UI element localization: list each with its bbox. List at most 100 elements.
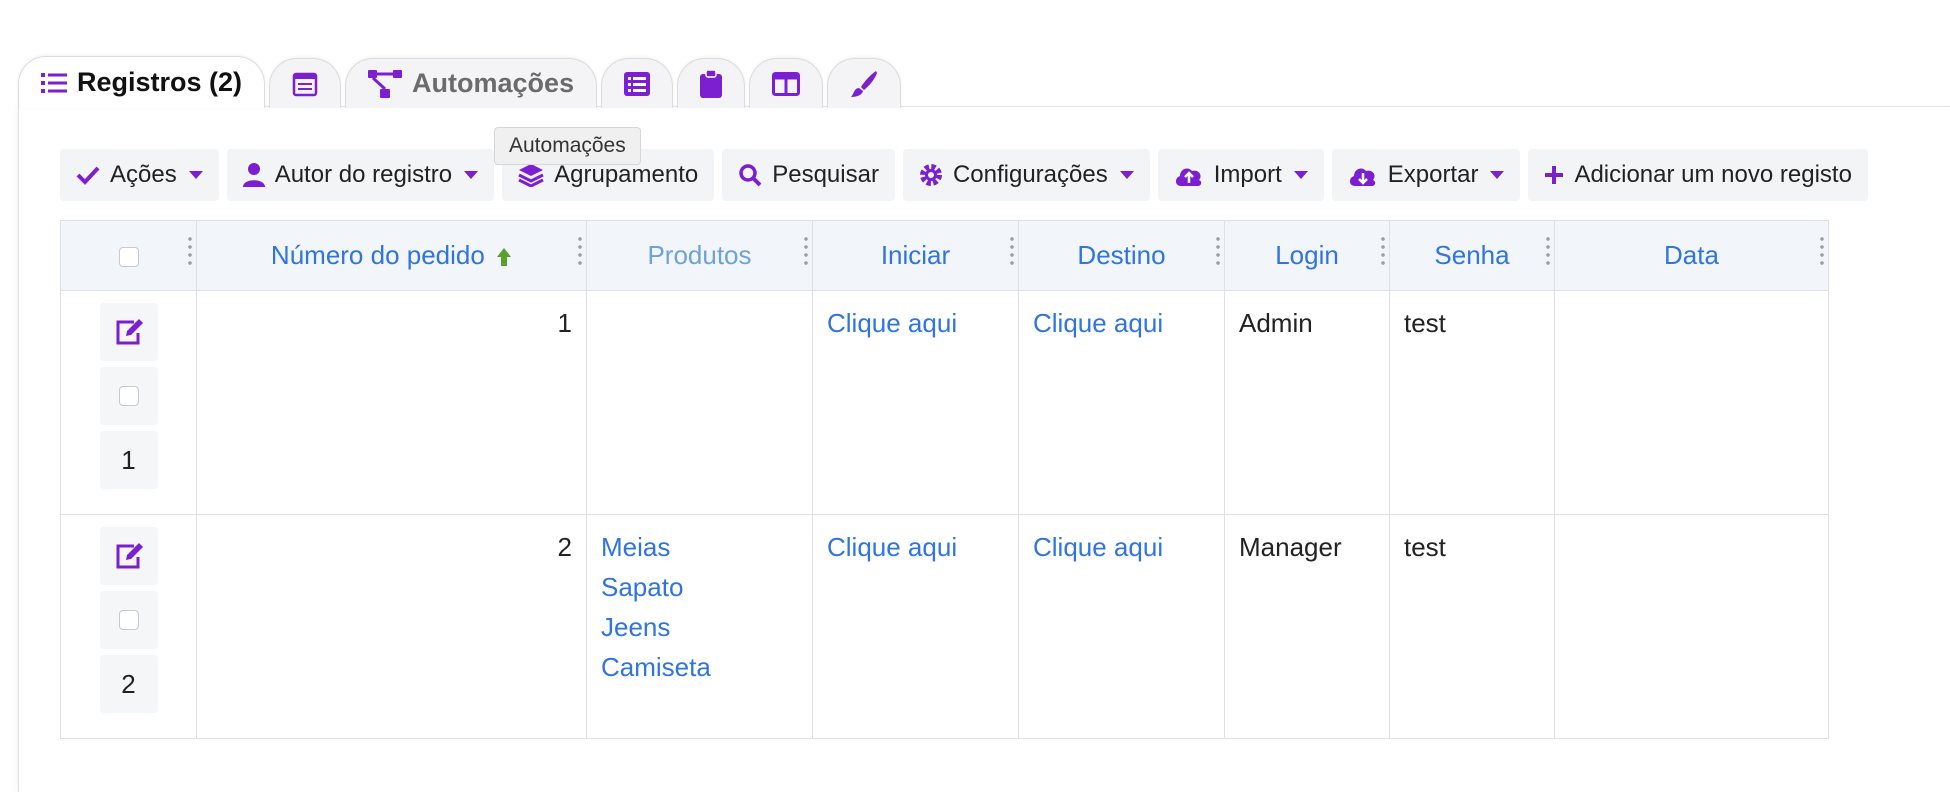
plus-icon [1545, 166, 1564, 184]
exportar-label: Exportar [1387, 161, 1479, 188]
user-icon [242, 163, 265, 187]
row-checkbox[interactable] [118, 610, 139, 630]
add-record-label: Adicionar um novo registo [1574, 161, 1852, 188]
table-row: 2 2 Meias Sapato Jeens Camiseta Clique a… [60, 514, 1829, 739]
column-resize-handle[interactable] [187, 235, 193, 265]
produto-link[interactable]: Meias [601, 527, 798, 567]
columns-icon [772, 71, 801, 96]
gear-icon [919, 164, 942, 186]
row-select-box [99, 367, 158, 425]
column-resize-handle[interactable] [1380, 235, 1386, 265]
senha-value: test [1404, 532, 1446, 562]
table-header-row: Número do pedido Produtos Iniciar Destin… [60, 220, 1829, 291]
cloud-upload-icon [1175, 168, 1201, 186]
column-resize-handle[interactable] [1545, 235, 1551, 265]
automacoes-tooltip: Automações [494, 127, 641, 165]
column-resize-handle[interactable] [1215, 235, 1221, 265]
row-index: 2 [99, 655, 158, 713]
produtos-cell [586, 290, 813, 515]
destino-cell: Clique aqui [1018, 290, 1225, 515]
acoes-button[interactable]: Ações [60, 149, 219, 201]
tab-registros-label: Registros (2) [77, 67, 243, 97]
paint-brush-icon [851, 70, 878, 97]
edit-icon [116, 319, 143, 345]
column-header-label: Iniciar [880, 240, 951, 270]
destino-link[interactable]: Clique aqui [1033, 303, 1210, 343]
caret-down-icon [1119, 171, 1134, 179]
toolbar: Ações Autor do registro Agrupamento Pesq… [60, 149, 1868, 201]
layer-group-icon [518, 164, 544, 187]
import-label: Import [1213, 161, 1282, 188]
column-header-label: Senha [1434, 240, 1510, 270]
caret-down-icon [1490, 171, 1505, 179]
sort-up-arrow-icon [497, 248, 512, 266]
produto-link[interactable]: Sapato [601, 567, 798, 607]
tab-registros[interactable]: Registros (2) [18, 56, 266, 108]
destino-link[interactable]: Clique aqui [1033, 527, 1210, 567]
import-button[interactable]: Import [1157, 149, 1324, 201]
column-header-label: Data [1664, 240, 1719, 270]
column-header-produtos[interactable]: Produtos [586, 220, 813, 291]
configuracoes-button[interactable]: Configurações [902, 149, 1150, 201]
column-header-iniciar[interactable]: Iniciar [812, 220, 1019, 291]
tab-automacoes[interactable]: Automações [345, 58, 598, 108]
caret-down-icon [188, 171, 203, 179]
autor-button[interactable]: Autor do registro [226, 149, 495, 201]
column-header-destino[interactable]: Destino [1018, 220, 1225, 291]
destino-cell: Clique aqui [1018, 514, 1225, 739]
table-list-icon [624, 71, 651, 96]
check-icon [76, 166, 100, 185]
iniciar-cell: Clique aqui [812, 514, 1019, 739]
column-header-login[interactable]: Login [1224, 220, 1390, 291]
column-header-data[interactable]: Data [1554, 220, 1829, 291]
table-row: 1 1 Clique aqui Clique aqui Admin test [60, 290, 1829, 515]
senha-cell: test [1389, 514, 1555, 739]
iniciar-link[interactable]: Clique aqui [827, 303, 1004, 343]
row-actions-cell: 2 [60, 514, 197, 739]
pesquisar-label: Pesquisar [772, 161, 879, 188]
tab-automacoes-label: Automações [412, 68, 575, 98]
list-icon [41, 72, 67, 93]
column-header-label: Destino [1077, 240, 1166, 270]
produto-link[interactable]: Camiseta [601, 647, 798, 687]
acoes-label: Ações [110, 161, 177, 188]
configuracoes-label: Configurações [952, 161, 1108, 188]
caret-down-icon [1293, 171, 1308, 179]
exportar-button[interactable]: Exportar [1331, 149, 1521, 201]
add-record-button[interactable]: Adicionar um novo registo [1528, 149, 1868, 201]
row-checkbox[interactable] [118, 386, 139, 406]
data-cell [1554, 514, 1829, 739]
tab-clipboard[interactable] [677, 58, 746, 108]
tab-calendar[interactable] [269, 58, 342, 108]
agrupamento-label: Agrupamento [554, 161, 699, 188]
column-resize-handle[interactable] [1009, 235, 1015, 265]
data-cell [1554, 290, 1829, 515]
iniciar-cell: Clique aqui [812, 290, 1019, 515]
numero-value: 1 [557, 308, 572, 338]
row-actions-cell: 1 [60, 290, 197, 515]
column-resize-handle[interactable] [803, 235, 809, 265]
column-resize-handle[interactable] [1819, 235, 1825, 265]
records-table: Número do pedido Produtos Iniciar Destin… [60, 220, 1829, 739]
iniciar-link[interactable]: Clique aqui [827, 527, 1004, 567]
cloud-download-icon [1349, 168, 1375, 186]
tab-columns[interactable] [749, 58, 824, 108]
pesquisar-button[interactable]: Pesquisar [722, 149, 895, 201]
edit-button[interactable] [99, 527, 158, 585]
produto-link[interactable]: Jeens [601, 607, 798, 647]
login-value: Admin [1239, 308, 1313, 338]
tab-paint-brush[interactable] [827, 58, 902, 108]
autor-label: Autor do registro [274, 161, 453, 188]
login-value: Manager [1239, 532, 1342, 562]
senha-value: test [1404, 308, 1446, 338]
column-resize-handle[interactable] [577, 235, 583, 265]
numero-value: 2 [557, 532, 572, 562]
edit-button[interactable] [99, 303, 158, 361]
column-header-numero[interactable]: Número do pedido [196, 220, 587, 291]
column-header-senha[interactable]: Senha [1389, 220, 1555, 291]
search-icon [739, 164, 762, 187]
clipboard-icon [700, 69, 723, 98]
tab-table-list[interactable] [601, 58, 674, 108]
numero-cell: 1 [196, 290, 587, 515]
select-all-checkbox[interactable] [118, 247, 139, 268]
